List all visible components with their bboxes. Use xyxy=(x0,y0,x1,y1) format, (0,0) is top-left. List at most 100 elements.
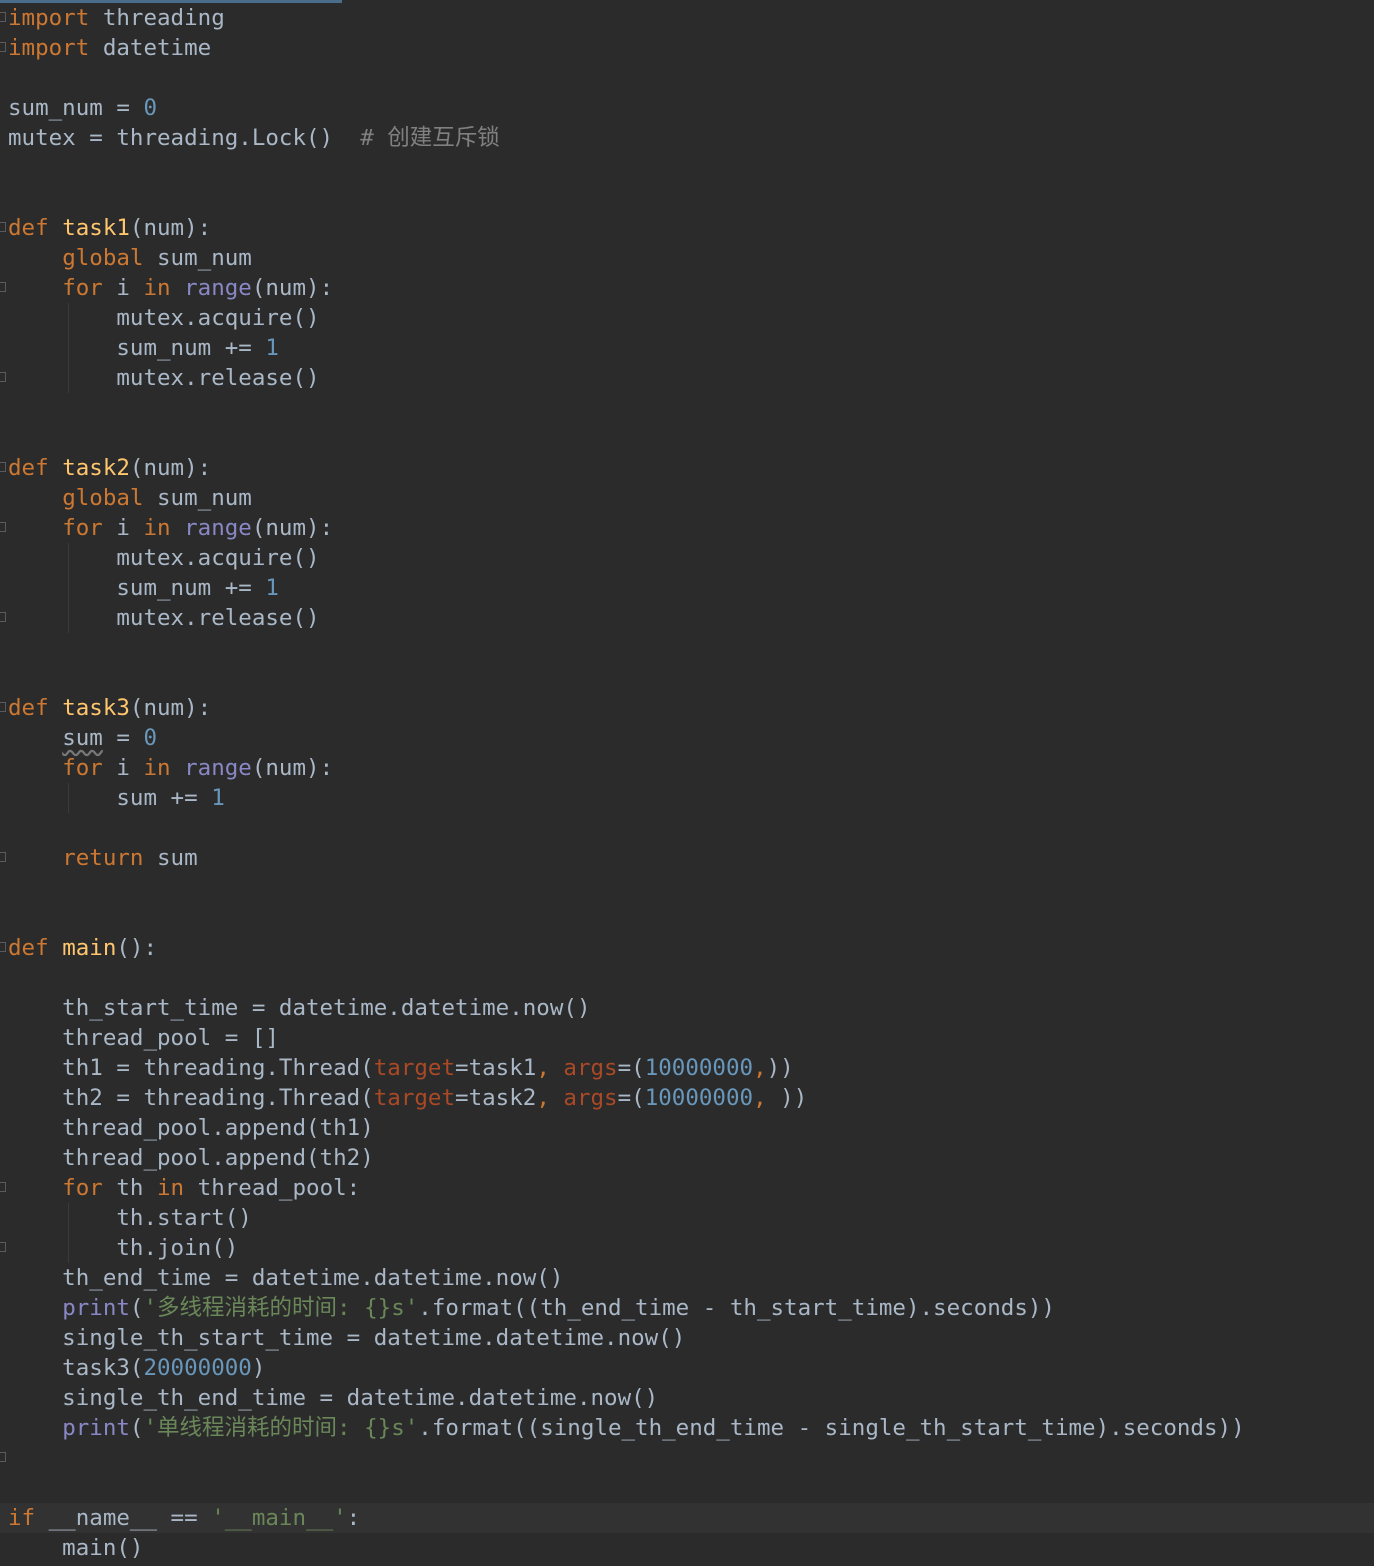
code-token: target xyxy=(373,1055,456,1081)
code-text: import threading xyxy=(8,3,225,33)
code-line[interactable]: th1 = threading.Thread(target=task1, arg… xyxy=(0,1053,1374,1083)
code-line[interactable]: sum_num += 1 xyxy=(0,333,1374,363)
code-line[interactable]: return sum xyxy=(0,843,1374,873)
code-token: range xyxy=(184,755,252,781)
code-line[interactable] xyxy=(0,63,1374,93)
code-line[interactable]: mutex.release() xyxy=(0,363,1374,393)
code-text: import datetime xyxy=(8,33,211,63)
code-line[interactable]: sum = 0 xyxy=(0,723,1374,753)
code-text: for i in range(num): xyxy=(8,513,333,543)
code-token: '多线程消耗的时间: {}s' xyxy=(143,1295,419,1321)
code-text: print('单线程消耗的时间: {}s'.format((single_th_… xyxy=(8,1413,1244,1443)
fold-marker-icon[interactable] xyxy=(0,222,6,232)
code-token: def xyxy=(8,935,49,961)
code-line[interactable]: global sum_num xyxy=(0,243,1374,273)
code-text: single_th_end_time = datetime.datetime.n… xyxy=(8,1383,658,1413)
code-line[interactable] xyxy=(0,663,1374,693)
code-line[interactable]: thread_pool.append(th1) xyxy=(0,1113,1374,1143)
code-line[interactable]: main() xyxy=(0,1533,1374,1563)
code-line[interactable]: for i in range(num): xyxy=(0,753,1374,783)
code-token: single_th_end_time = datetime.datetime.n… xyxy=(8,1385,659,1411)
code-line[interactable]: def task1(num): xyxy=(0,213,1374,243)
code-line[interactable]: th.join() xyxy=(0,1233,1374,1263)
code-line[interactable]: th_end_time = datetime.datetime.now() xyxy=(0,1263,1374,1293)
fold-marker-icon[interactable] xyxy=(0,282,6,292)
code-line[interactable]: th2 = threading.Thread(target=task2, arg… xyxy=(0,1083,1374,1113)
code-token: import xyxy=(8,5,90,31)
code-line[interactable] xyxy=(0,423,1374,453)
code-line[interactable] xyxy=(0,873,1374,903)
code-line[interactable]: def main(): xyxy=(0,933,1374,963)
code-token: range xyxy=(184,515,252,541)
code-token: th2 = threading.Thread( xyxy=(8,1085,374,1111)
code-token: mutex.acquire() xyxy=(8,545,320,571)
code-token: th xyxy=(102,1175,158,1201)
code-line[interactable] xyxy=(0,153,1374,183)
code-line[interactable]: def task3(num): xyxy=(0,693,1374,723)
code-line[interactable]: single_th_end_time = datetime.datetime.n… xyxy=(0,1383,1374,1413)
code-text: sum = 0 xyxy=(8,723,157,753)
fold-marker-icon[interactable] xyxy=(0,702,6,712)
code-line[interactable]: for i in range(num): xyxy=(0,513,1374,543)
code-line[interactable] xyxy=(0,1473,1374,1503)
code-line[interactable]: sum_num = 0 xyxy=(0,93,1374,123)
code-line[interactable]: if __name__ == '__main__': xyxy=(0,1503,1374,1533)
code-token: (num): xyxy=(251,275,334,301)
code-line[interactable]: print('多线程消耗的时间: {}s'.format((th_end_tim… xyxy=(0,1293,1374,1323)
code-token: for xyxy=(62,275,103,301)
fold-marker-icon[interactable] xyxy=(0,1242,6,1252)
code-line[interactable]: mutex = threading.Lock() # 创建互斥锁 xyxy=(0,123,1374,153)
code-line[interactable]: for th in thread_pool: xyxy=(0,1173,1374,1203)
code-line[interactable]: th.start() xyxy=(0,1203,1374,1233)
code-line[interactable] xyxy=(0,393,1374,423)
fold-marker-icon[interactable] xyxy=(0,1182,6,1192)
code-line[interactable] xyxy=(0,183,1374,213)
code-text: thread_pool.append(th1) xyxy=(8,1113,374,1143)
code-line[interactable] xyxy=(0,963,1374,993)
fold-marker-icon[interactable] xyxy=(0,612,6,622)
fold-marker-icon[interactable] xyxy=(0,372,6,382)
code-line[interactable]: import threading xyxy=(0,3,1374,33)
code-editor[interactable]: import threading import datetime sum_num =… xyxy=(0,3,1374,1566)
code-line[interactable]: global sum_num xyxy=(0,483,1374,513)
code-line[interactable]: sum_num += 1 xyxy=(0,573,1374,603)
fold-marker-icon[interactable] xyxy=(0,942,6,952)
code-text: for i in range(num): xyxy=(8,753,333,783)
code-token: if xyxy=(8,1505,36,1531)
code-line[interactable]: for i in range(num): xyxy=(0,273,1374,303)
code-line[interactable] xyxy=(0,1443,1374,1473)
code-line[interactable]: mutex.acquire() xyxy=(0,543,1374,573)
fold-marker-icon[interactable] xyxy=(0,462,6,472)
code-text: sum += 1 xyxy=(8,783,224,813)
code-token: # 创建互斥锁 xyxy=(360,125,500,151)
fold-marker-icon[interactable] xyxy=(0,42,6,52)
code-line[interactable]: print('单线程消耗的时间: {}s'.format((single_th_… xyxy=(0,1413,1374,1443)
fold-marker-icon[interactable] xyxy=(0,12,6,22)
code-text: global sum_num xyxy=(8,243,252,273)
code-line[interactable]: sum += 1 xyxy=(0,783,1374,813)
code-line[interactable]: single_th_start_time = datetime.datetime… xyxy=(0,1323,1374,1353)
code-text: th2 = threading.Thread(target=task2, arg… xyxy=(8,1083,807,1113)
code-line[interactable]: import datetime xyxy=(0,33,1374,63)
fold-marker-icon[interactable] xyxy=(0,852,6,862)
code-line[interactable]: mutex.acquire() xyxy=(0,303,1374,333)
code-line[interactable]: thread_pool = [] xyxy=(0,1023,1374,1053)
code-line[interactable]: th_start_time = datetime.datetime.now() xyxy=(0,993,1374,1023)
code-token: for xyxy=(62,515,103,541)
code-line[interactable] xyxy=(0,633,1374,663)
code-text: sum_num += 1 xyxy=(8,333,279,363)
fold-marker-icon[interactable] xyxy=(0,522,6,532)
code-line[interactable]: mutex.release() xyxy=(0,603,1374,633)
code-line[interactable] xyxy=(0,903,1374,933)
fold-marker-icon[interactable] xyxy=(0,1452,6,1462)
code-line[interactable]: thread_pool.append(th2) xyxy=(0,1143,1374,1173)
code-line[interactable]: def task2(num): xyxy=(0,453,1374,483)
code-token: mutex.release() xyxy=(8,605,320,631)
code-line[interactable] xyxy=(0,813,1374,843)
code-line[interactable]: task3(20000000) xyxy=(0,1353,1374,1383)
